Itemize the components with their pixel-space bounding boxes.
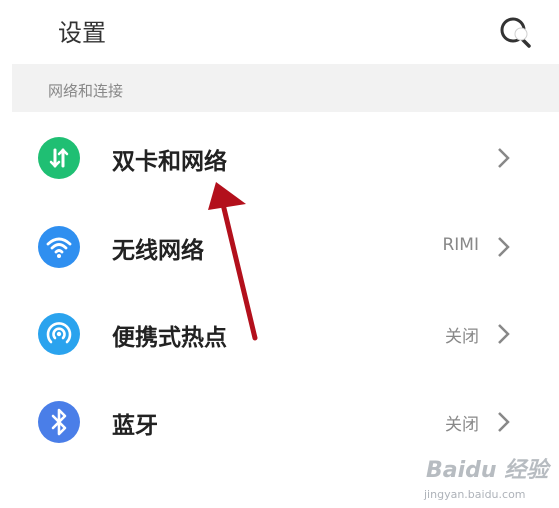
section-label: 网络和连接 [48, 82, 124, 100]
setting-item-hotspot[interactable]: 便携式热点 关闭 [12, 290, 559, 378]
setting-value: 关闭 [445, 415, 479, 435]
annotation-arrow [208, 182, 258, 341]
chevron-right-icon [498, 148, 510, 168]
setting-value: 关闭 [445, 327, 479, 347]
chevron-right-icon [498, 324, 510, 344]
bluetooth-icon [38, 401, 80, 443]
setting-label: 无线网络 [112, 238, 204, 264]
setting-item-wifi[interactable]: 无线网络 RIMI [12, 203, 559, 291]
section-header: 网络和连接 [12, 64, 559, 112]
setting-value: RIMI [442, 235, 479, 255]
watermark-brand: Baidu 经验 [426, 458, 549, 483]
setting-label: 双卡和网络 [112, 149, 227, 175]
page-title: 设置 [58, 19, 106, 47]
chevron-right-icon [498, 237, 510, 257]
watermark: Baidu 经验 jingyan.baidu.com [420, 448, 556, 506]
hotspot-icon [38, 313, 80, 355]
watermark-url: jingyan.baidu.com [424, 488, 526, 501]
chevron-right-icon [498, 412, 510, 432]
header-bar: 设置 [0, 0, 559, 62]
search-icon [500, 17, 531, 48]
dual-sim-icon [38, 137, 80, 179]
setting-item-dual-sim[interactable]: 双卡和网络 [12, 114, 559, 202]
wifi-icon [38, 226, 80, 268]
setting-label: 蓝牙 [112, 413, 158, 439]
search-button[interactable] [496, 12, 536, 52]
